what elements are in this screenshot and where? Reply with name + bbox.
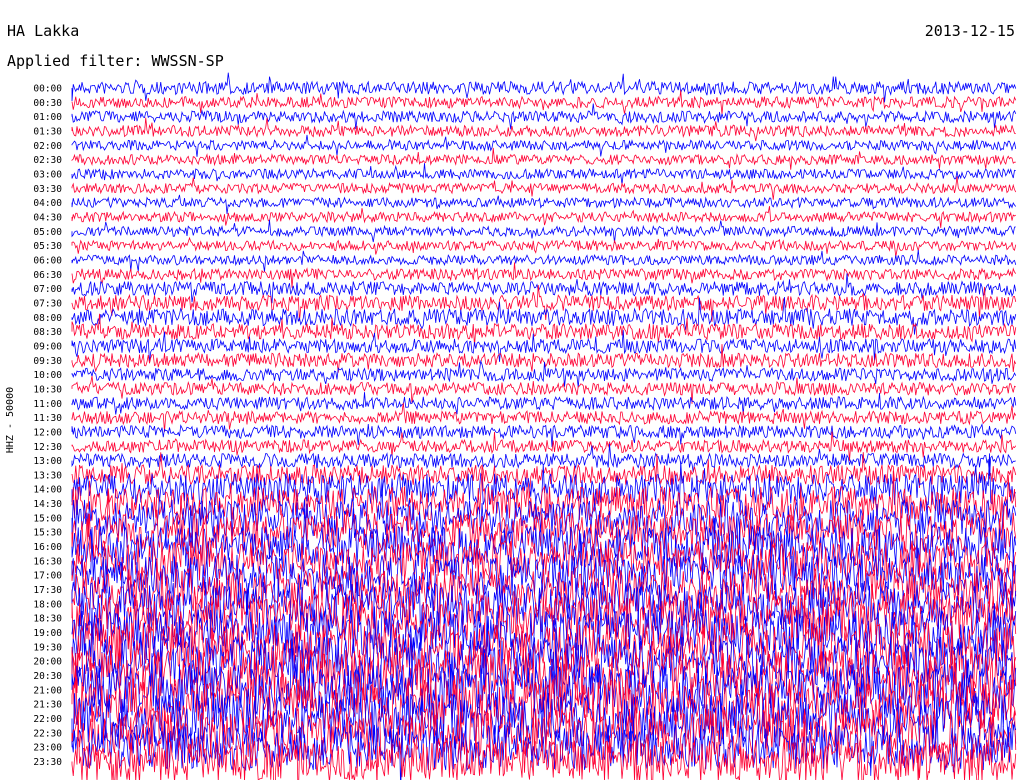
row-time-label: 19:00 bbox=[33, 628, 62, 639]
trace-row bbox=[71, 163, 1016, 185]
row-time-label: 05:00 bbox=[33, 227, 62, 238]
trace-row bbox=[71, 250, 1017, 272]
row-time-label: 06:30 bbox=[33, 270, 62, 281]
trace-row bbox=[71, 330, 1017, 364]
trace-row bbox=[71, 147, 1016, 170]
trace-row bbox=[71, 313, 1017, 347]
trace-row bbox=[71, 206, 1016, 228]
row-time-label: 18:30 bbox=[33, 614, 62, 625]
row-time-label: 21:30 bbox=[33, 700, 62, 711]
row-time-label: 03:30 bbox=[33, 184, 62, 195]
row-time-label: 09:30 bbox=[33, 356, 62, 367]
row-time-label: 04:00 bbox=[33, 198, 62, 209]
row-time-label: 17:30 bbox=[33, 585, 62, 596]
row-time-label: 23:30 bbox=[33, 757, 62, 768]
row-time-label: 18:00 bbox=[33, 599, 62, 610]
row-time-label: 23:00 bbox=[33, 743, 62, 754]
row-time-label: 00:30 bbox=[33, 98, 62, 109]
row-time-label: 04:30 bbox=[33, 212, 62, 223]
trace-row bbox=[71, 392, 1017, 415]
row-time-label: 07:00 bbox=[33, 284, 62, 295]
row-time-label: 01:00 bbox=[33, 112, 62, 123]
trace-row bbox=[71, 194, 1017, 214]
trace-row bbox=[71, 236, 1017, 257]
row-time-label: 12:30 bbox=[33, 442, 62, 453]
trace-row bbox=[71, 134, 1017, 157]
row-time-label: 00:00 bbox=[33, 84, 62, 95]
row-time-label: 20:30 bbox=[33, 671, 62, 682]
row-time-label: 08:00 bbox=[33, 313, 62, 324]
trace-row bbox=[71, 376, 1016, 404]
row-time-label: 16:30 bbox=[33, 556, 62, 567]
helicorder-chart: 00:00 00:30 01:00 01:30 02:00 02:30 03:00 03:30… bbox=[33, 72, 1017, 780]
row-time-label: 03:00 bbox=[33, 169, 62, 180]
row-time-label: 15:00 bbox=[33, 513, 62, 524]
trace-row bbox=[71, 262, 1017, 288]
row-time-label: 19:30 bbox=[33, 642, 62, 653]
trace-row bbox=[71, 273, 1017, 304]
row-time-label: 14:30 bbox=[33, 499, 62, 510]
row-time-label: 15:30 bbox=[33, 528, 62, 539]
row-time-label: 10:30 bbox=[33, 384, 62, 395]
trace-row bbox=[71, 176, 1017, 200]
row-time-label: 01:30 bbox=[33, 126, 62, 137]
row-time-label: 17:00 bbox=[33, 571, 62, 582]
row-time-label: 11:00 bbox=[33, 399, 62, 410]
row-time-label: 02:00 bbox=[33, 141, 62, 152]
row-time-label: 16:00 bbox=[33, 542, 62, 553]
row-time-label: 05:30 bbox=[33, 241, 62, 252]
row-time-label: 12:00 bbox=[33, 427, 62, 438]
trace-row bbox=[71, 219, 1016, 243]
trace-row bbox=[71, 402, 1017, 432]
row-time-label: 10:00 bbox=[33, 370, 62, 381]
row-time-label: 13:30 bbox=[33, 470, 62, 481]
row-time-label: 13:00 bbox=[33, 456, 62, 467]
row-time-label: 09:00 bbox=[33, 341, 62, 352]
trace-row bbox=[71, 284, 1017, 322]
row-time-label: 21:00 bbox=[33, 685, 62, 696]
row-time-label: 20:00 bbox=[33, 657, 62, 668]
row-time-label: 11:30 bbox=[33, 413, 62, 424]
row-time-label: 07:30 bbox=[33, 298, 62, 309]
row-time-label: 14:00 bbox=[33, 485, 62, 496]
row-time-label: 22:30 bbox=[33, 728, 62, 739]
row-time-label: 22:00 bbox=[33, 714, 62, 725]
row-time-label: 02:30 bbox=[33, 155, 62, 166]
row-time-label: 06:00 bbox=[33, 255, 62, 266]
trace-row bbox=[71, 117, 1016, 142]
row-time-label: 08:30 bbox=[33, 327, 62, 338]
